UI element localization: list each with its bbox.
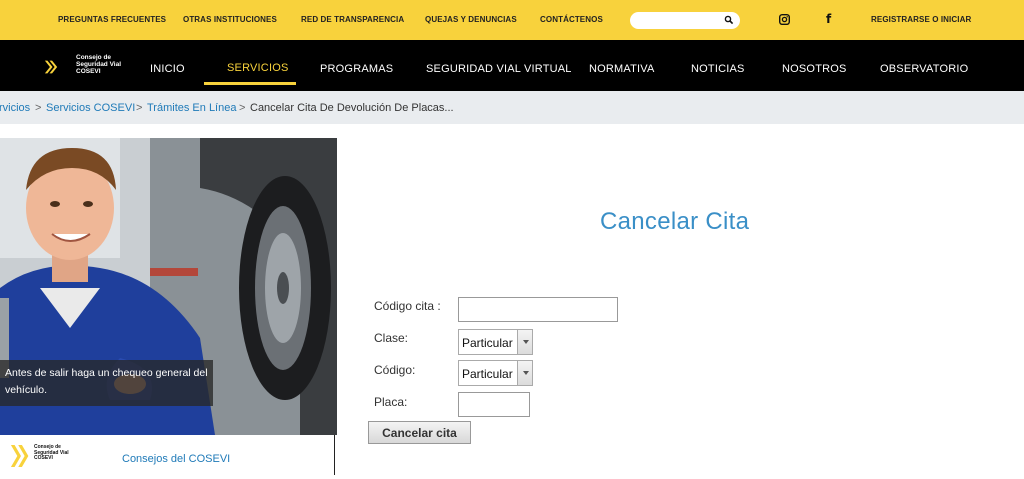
- logo-line: Consejo de: [76, 54, 112, 61]
- breadcrumb-item-servicios[interactable]: rvicios: [0, 102, 30, 114]
- logo-line: COSEVI: [76, 68, 101, 75]
- codigo-cita-input[interactable]: [458, 297, 618, 322]
- top-utility-bar: PREGUNTAS FRECUENTES OTRAS INSTITUCIONES…: [0, 0, 1024, 40]
- search-icon[interactable]: [724, 15, 734, 25]
- logo-line: Seguridad Vial: [76, 61, 122, 68]
- codigo-selected-value: Particular: [462, 367, 513, 381]
- clase-label: Clase:: [374, 331, 409, 345]
- link-registrarse-o-iniciar[interactable]: REGISTRARSE O INICIAR: [871, 15, 971, 24]
- logo-text: Consejo de Seguridad Vial COSEVI: [76, 54, 121, 75]
- breadcrumb-item-tramites-en-linea[interactable]: Trámites En Línea: [147, 102, 236, 114]
- banner-caption: Antes de salir haga un chequeo general d…: [0, 360, 213, 406]
- card-logo-line: COSEVI: [34, 455, 53, 461]
- nav-item-observatorio[interactable]: OBSERVATORIO: [880, 63, 968, 75]
- nav-item-inicio[interactable]: INICIO: [150, 63, 185, 75]
- link-quejas-y-denuncias[interactable]: QUEJAS Y DENUNCIAS: [425, 15, 517, 24]
- cosevi-logo-mark[interactable]: [44, 51, 78, 83]
- nav-item-servicios[interactable]: SERVICIOS: [227, 62, 289, 74]
- nav-item-programas[interactable]: PROGRAMAS: [320, 63, 393, 75]
- clase-select[interactable]: Particular: [458, 329, 533, 355]
- instagram-icon[interactable]: [779, 14, 790, 25]
- consejos-link[interactable]: Consejos del COSEVI: [122, 453, 230, 465]
- search-input[interactable]: [630, 12, 740, 29]
- page-title: Cancelar Cita: [600, 208, 750, 235]
- cancelar-cita-button[interactable]: Cancelar cita: [368, 421, 471, 444]
- chevron-down-icon[interactable]: [517, 361, 532, 385]
- breadcrumb-item-servicios-cosevi[interactable]: Servicios COSEVI: [46, 102, 135, 114]
- clase-selected-value: Particular: [462, 336, 513, 350]
- chevron-down-icon[interactable]: [517, 330, 532, 354]
- mechanic-banner-image: Antes de salir haga un chequeo general d…: [0, 138, 337, 435]
- consejos-card[interactable]: Consejo de Seguridad Vial COSEVI Consejo…: [0, 435, 335, 475]
- main-navigation: Consejo de Seguridad Vial COSEVI INICIO …: [0, 40, 1024, 91]
- codigo-label: Código:: [374, 363, 416, 377]
- placa-input[interactable]: [458, 392, 530, 417]
- link-preguntas-frecuentes[interactable]: PREGUNTAS FRECUENTES: [58, 15, 166, 24]
- breadcrumb-separator: >: [239, 102, 246, 114]
- link-otras-instituciones[interactable]: OTRAS INSTITUCIONES: [183, 15, 277, 24]
- link-contactenos[interactable]: CONTÁCTENOS: [540, 15, 603, 24]
- breadcrumb-separator: >: [136, 102, 143, 114]
- breadcrumb-separator: >: [35, 102, 42, 114]
- nav-item-noticias[interactable]: NOTICIAS: [691, 63, 745, 75]
- nav-item-nosotros[interactable]: NOSOTROS: [782, 63, 847, 75]
- nav-item-normativa[interactable]: NORMATIVA: [589, 63, 655, 75]
- codigo-cita-label: Código cita :: [374, 299, 441, 313]
- card-logo-text: Consejo de Seguridad Vial COSEVI: [34, 444, 69, 462]
- nav-item-seguridad-vial-virtual[interactable]: SEGURIDAD VIAL VIRTUAL: [426, 63, 572, 75]
- link-red-de-transparencia[interactable]: RED DE TRANSPARENCIA: [301, 15, 404, 24]
- breadcrumb-current: Cancelar Cita De Devolución De Placas...: [250, 102, 454, 114]
- active-nav-indicator: [204, 82, 296, 85]
- codigo-select[interactable]: Particular: [458, 360, 533, 386]
- facebook-icon[interactable]: f: [826, 12, 831, 26]
- breadcrumb: rvicios > Servicios COSEVI > Trámites En…: [0, 91, 1024, 124]
- placa-label: Placa:: [374, 395, 408, 409]
- cosevi-card-logo: [10, 445, 29, 467]
